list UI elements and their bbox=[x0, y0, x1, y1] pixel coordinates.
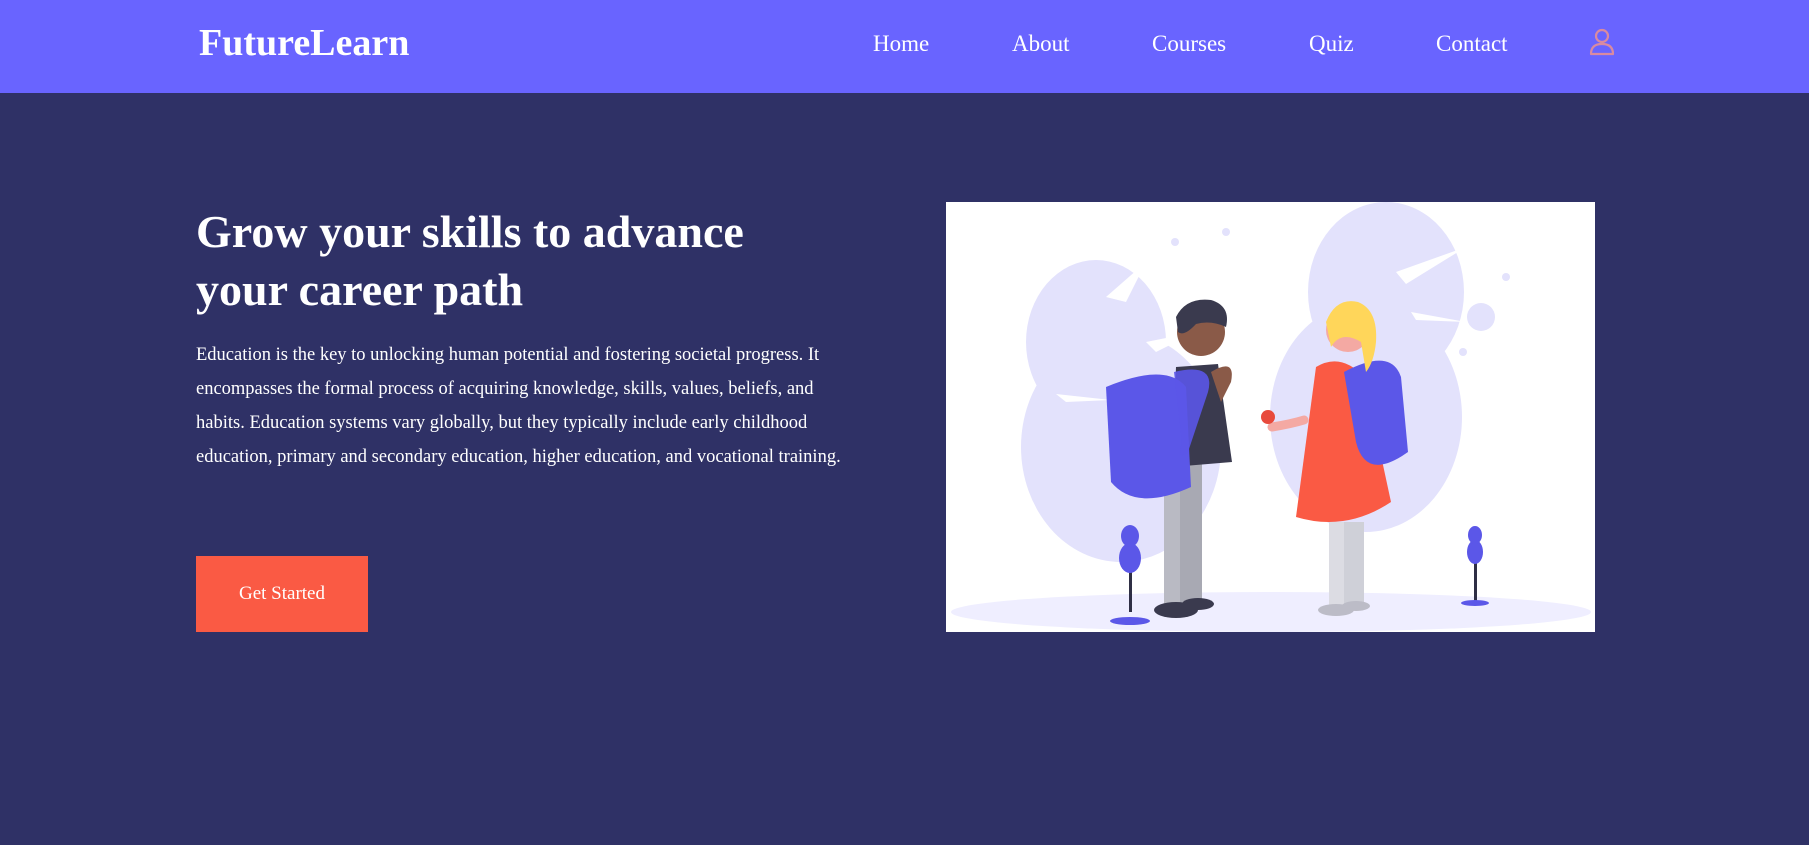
nav-link-home[interactable]: Home bbox=[873, 28, 929, 60]
hero-title: Grow your skills to advance your career … bbox=[196, 206, 744, 315]
hero-description: Education is the key to unlocking human … bbox=[196, 345, 841, 467]
nav-link-about[interactable]: About bbox=[1012, 28, 1070, 60]
site-logo[interactable]: FutureLearn bbox=[199, 19, 409, 67]
nav-link-contact[interactable]: Contact bbox=[1436, 28, 1508, 60]
get-started-button[interactable]: Get Started bbox=[196, 556, 368, 632]
students-with-backpacks-illustration bbox=[951, 202, 1591, 632]
user-icon[interactable] bbox=[1589, 28, 1615, 56]
user-icon-glyph bbox=[1589, 28, 1615, 56]
navbar: FutureLearn Home About Courses Quiz Cont… bbox=[0, 0, 1809, 93]
hero-illustration bbox=[946, 202, 1595, 632]
nav-link-quiz[interactable]: Quiz bbox=[1309, 28, 1354, 60]
nav-link-courses[interactable]: Courses bbox=[1152, 28, 1226, 60]
